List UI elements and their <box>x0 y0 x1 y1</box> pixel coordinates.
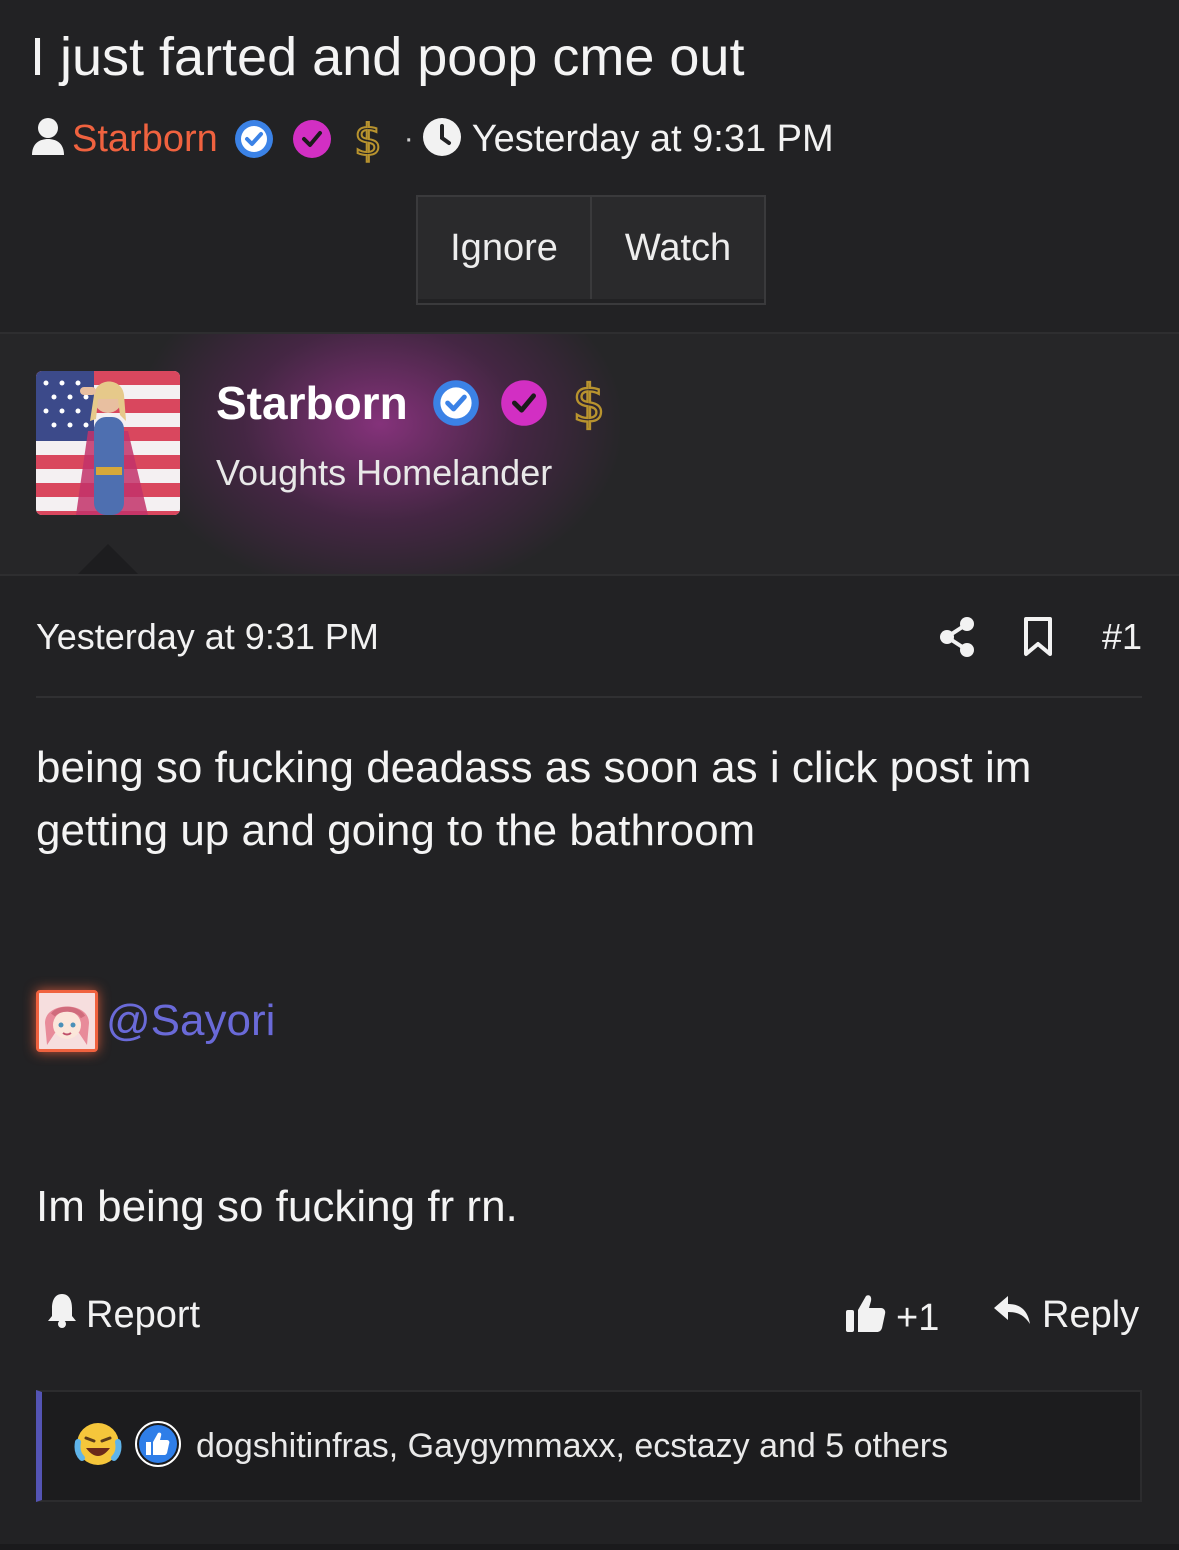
reactions-text[interactable]: dogshitinfras, Gaygymmaxx, ecstazy and 5… <box>196 1427 948 1466</box>
svg-text:$: $ <box>573 375 606 432</box>
reply-icon <box>992 1292 1032 1338</box>
svg-text:$: $ <box>354 115 382 163</box>
verified-blue-icon <box>234 119 274 159</box>
report-label: Report <box>86 1293 201 1336</box>
thread-header: I just farted and poop cme out Starborn … <box>0 0 1179 332</box>
thread-button-group: Ignore Watch <box>416 195 766 305</box>
thread-title: I just farted and poop cme out <box>30 27 745 87</box>
reactions-summary: dogshitinfras, Gaygymmaxx, ecstazy and 5… <box>74 1420 948 1473</box>
bookmark-icon[interactable] <box>1022 616 1054 663</box>
post-container: Yesterday at 9:31 PM #1 being so fucking… <box>0 576 1179 1550</box>
user-mention[interactable]: @Sayori <box>36 990 275 1052</box>
share-icon[interactable] <box>938 616 976 663</box>
post-actions: Report +1 Reply <box>0 1292 1179 1348</box>
thumbs-up-reaction-icon <box>134 1420 182 1473</box>
ignore-button[interactable]: Ignore <box>418 197 592 299</box>
bell-icon <box>46 1292 78 1338</box>
dollar-icon: $ <box>350 115 386 163</box>
laughing-crying-emoji-icon <box>74 1420 122 1473</box>
like-count: +1 <box>896 1296 940 1339</box>
thread-author-link[interactable]: Starborn <box>72 118 218 161</box>
thread-time[interactable]: Yesterday at 9:31 PM <box>472 118 834 161</box>
meta-separator: · <box>403 122 414 155</box>
post-time[interactable]: Yesterday at 9:31 PM <box>36 616 379 658</box>
post-number-link[interactable]: #1 <box>1102 616 1142 658</box>
author-user-title: Voughts Homelander <box>216 452 553 493</box>
reply-button[interactable]: Reply <box>992 1292 1139 1338</box>
thread-meta: Starborn $ · Yesterday at 9:31 PM <box>30 112 834 166</box>
verified-pink-icon <box>500 379 548 432</box>
like-button[interactable]: +1 <box>844 1292 939 1344</box>
clock-icon <box>422 117 462 162</box>
author-card-pointer <box>76 544 140 576</box>
post-body-text: being so fucking deadass as soon as i cl… <box>36 743 1032 855</box>
verified-pink-icon <box>292 119 332 159</box>
user-icon <box>30 117 66 162</box>
reactions-bar[interactable]: dogshitinfras, Gaygymmaxx, ecstazy and 5… <box>36 1390 1142 1502</box>
reply-label: Reply <box>1042 1293 1140 1336</box>
author-avatar[interactable] <box>36 371 180 515</box>
verified-blue-icon <box>432 379 480 432</box>
bottom-divider <box>0 1544 1179 1550</box>
watch-button[interactable]: Watch <box>592 197 764 299</box>
thumbs-up-icon <box>844 1292 886 1344</box>
mention-avatar <box>36 990 98 1052</box>
author-badges: $ <box>432 373 610 437</box>
mention-username[interactable]: @Sayori <box>106 996 275 1046</box>
author-card: Starborn $ Voughts Homelander <box>0 334 1179 574</box>
post-body-text-2: Im being so fucking fr rn. <box>36 1182 518 1231</box>
dollar-icon: $ <box>568 373 610 437</box>
report-button[interactable]: Report <box>46 1292 200 1338</box>
post-header-divider <box>36 696 1142 698</box>
author-name[interactable]: Starborn <box>216 376 408 430</box>
